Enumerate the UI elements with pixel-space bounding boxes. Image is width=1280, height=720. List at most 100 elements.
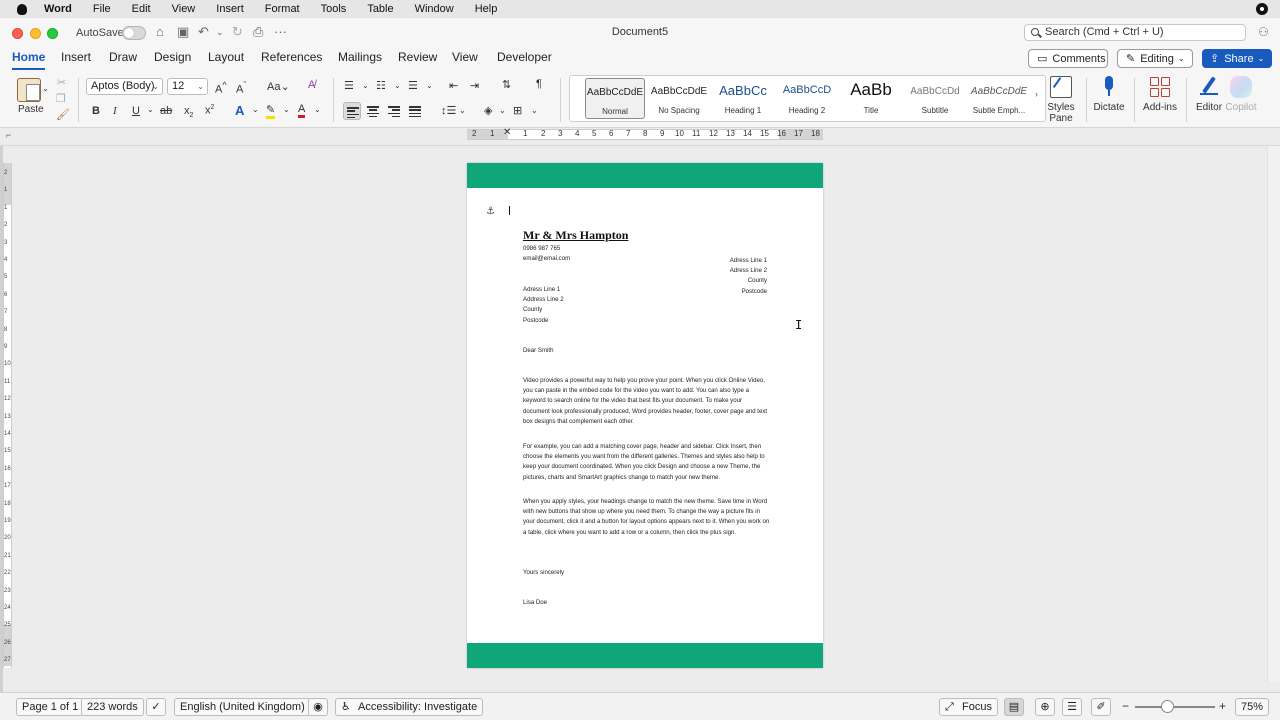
menu-view[interactable]: View <box>172 3 196 15</box>
increase-indent-icon[interactable]: ⇥ <box>470 79 479 92</box>
paste-icon[interactable] <box>17 78 41 102</box>
tab-home[interactable]: Home <box>12 50 46 70</box>
style-subtle-emphasis[interactable]: AaBbCcDdE Subtle Emph... <box>969 78 1029 119</box>
tab-stop-selector-icon[interactable]: ⌐ <box>6 130 11 140</box>
chevron-down-icon[interactable]: ⌄ <box>459 106 466 115</box>
decrease-indent-icon[interactable]: ⇤ <box>449 79 458 92</box>
paste-dropdown-icon[interactable]: ⌄ <box>42 84 49 93</box>
shrink-font-icon[interactable]: Aˇ <box>236 80 246 96</box>
style-normal[interactable]: AaBbCcDdE Normal <box>585 78 645 119</box>
vertical-scrollbar[interactable] <box>1267 146 1280 682</box>
autosave-toggle[interactable] <box>122 26 146 40</box>
superscript-icon[interactable]: x2 <box>205 104 214 117</box>
undo-icon[interactable]: ↶ <box>198 24 209 40</box>
macro-record-icon[interactable]: ◉ <box>308 698 328 716</box>
comments-button[interactable]: ▭ Comments <box>1028 49 1108 68</box>
highlight-icon[interactable]: ✎ <box>266 103 276 119</box>
horizontal-scrollbar[interactable] <box>14 682 1267 692</box>
zoom-in-icon[interactable]: + <box>1219 699 1226 713</box>
chevron-down-icon[interactable]: ⌄ <box>531 106 538 115</box>
multilevel-list-icon[interactable]: ☰ <box>408 79 418 92</box>
focus-button[interactable]: ⤢ Focus <box>939 698 998 716</box>
proofing-icon[interactable]: ✓ <box>146 698 166 716</box>
outline-view-icon[interactable]: ☰ <box>1062 698 1082 716</box>
font-color-icon[interactable]: A <box>298 103 306 118</box>
screen-record-icon[interactable] <box>1256 3 1268 15</box>
word-count-button[interactable]: 223 words <box>81 698 144 716</box>
menu-edit[interactable]: Edit <box>132 3 151 15</box>
page-count-button[interactable]: Page 1 of 1 <box>16 698 85 716</box>
apple-logo-icon[interactable] <box>16 3 28 15</box>
chevron-down-icon[interactable]: ⌄ <box>362 81 369 90</box>
tab-insert[interactable]: Insert <box>61 50 91 64</box>
more-commands-icon[interactable]: ··· <box>274 24 287 39</box>
format-painter-icon[interactable]: 🖌 <box>56 108 70 121</box>
menu-window[interactable]: Window <box>415 3 454 15</box>
subscript-icon[interactable]: x2 <box>184 105 193 119</box>
zoom-window-button[interactable] <box>47 28 58 39</box>
dictate-button[interactable]: Dictate <box>1087 76 1131 113</box>
search-input[interactable]: Search (Cmd + Ctrl + U) <box>1024 24 1246 41</box>
zoom-slider[interactable] <box>1135 706 1215 708</box>
chevron-down-icon[interactable]: ⌄ <box>314 105 321 114</box>
share-button[interactable]: ⇪ Share ⌄ <box>1202 49 1272 68</box>
borders-icon[interactable]: ⊞ <box>513 104 522 117</box>
menu-help[interactable]: Help <box>475 3 498 15</box>
chevron-down-icon[interactable]: ⌄ <box>426 81 433 90</box>
bold-icon[interactable]: B <box>92 105 100 117</box>
share-person-icon[interactable]: ⚇ <box>1258 25 1269 39</box>
style-heading-1[interactable]: AaBbCc Heading 1 <box>713 78 773 119</box>
draft-view-icon[interactable]: ✐ <box>1091 698 1111 716</box>
menu-insert[interactable]: Insert <box>216 3 244 15</box>
style-no-spacing[interactable]: AaBbCcDdE No Spacing <box>649 78 709 119</box>
close-window-button[interactable] <box>12 28 23 39</box>
tab-references[interactable]: References <box>261 50 322 64</box>
menu-tools[interactable]: Tools <box>321 3 347 15</box>
clear-formatting-icon[interactable]: A̸ <box>308 79 315 91</box>
web-layout-view-icon[interactable]: ⊕ <box>1035 698 1055 716</box>
font-size-dropdown[interactable]: 12 ⌄ <box>167 78 208 95</box>
style-subtitle[interactable]: AaBbCcDd Subtitle <box>905 78 965 119</box>
undo-dropdown-icon[interactable]: ⌄ <box>216 27 224 38</box>
align-center-button[interactable] <box>364 102 382 120</box>
chevron-down-icon[interactable]: ⌄ <box>499 106 506 115</box>
text-effects-icon[interactable]: A <box>235 103 244 118</box>
minimize-window-button[interactable] <box>30 28 41 39</box>
underline-icon[interactable]: U <box>132 105 140 117</box>
copy-icon[interactable]: ❐ <box>56 92 66 105</box>
align-left-button[interactable] <box>343 102 361 120</box>
tab-review[interactable]: Review <box>398 50 437 64</box>
zoom-out-icon[interactable]: − <box>1122 699 1129 713</box>
justify-button[interactable] <box>406 102 424 120</box>
zoom-percentage-button[interactable]: 75% <box>1235 698 1270 716</box>
shading-icon[interactable]: ◈ <box>484 104 492 117</box>
chevron-down-icon[interactable]: ⌄ <box>394 81 401 90</box>
cut-icon[interactable]: ✂ <box>57 76 66 89</box>
zoom-slider-knob[interactable] <box>1161 700 1174 713</box>
style-title[interactable]: AaBb Title <box>841 78 901 119</box>
gallery-more-icon[interactable]: › <box>1035 89 1038 99</box>
change-case-icon[interactable]: Aa⌄ <box>267 80 290 93</box>
menu-file[interactable]: File <box>93 3 111 15</box>
tab-view[interactable]: View <box>452 50 478 64</box>
language-button[interactable]: English (United Kingdom) <box>174 698 311 716</box>
tab-design[interactable]: Design <box>154 50 191 64</box>
tab-developer[interactable]: Developer <box>497 50 552 64</box>
tab-layout[interactable]: Layout <box>208 50 244 64</box>
print-icon[interactable]: ⎙ <box>253 24 263 40</box>
menu-format[interactable]: Format <box>265 3 300 15</box>
italic-icon[interactable]: I <box>113 105 117 117</box>
font-name-dropdown[interactable]: Aptos (Body) ⌄ <box>86 78 163 95</box>
save-icon[interactable]: ▣ <box>177 24 189 40</box>
editing-mode-button[interactable]: ✎ Editing ⌄ <box>1117 49 1193 68</box>
menu-app-word[interactable]: Word <box>44 3 72 15</box>
add-ins-button[interactable]: Add-ins <box>1138 76 1182 113</box>
style-heading-2[interactable]: AaBbCcD Heading 2 <box>777 78 837 119</box>
accessibility-button[interactable]: ♿ Accessibility: Investigate <box>335 698 484 716</box>
anchor-icon[interactable]: ⚓ <box>486 206 495 217</box>
styles-pane-button[interactable]: Styles Pane <box>1039 76 1083 124</box>
numbering-icon[interactable]: ☷ <box>376 79 386 92</box>
home-icon[interactable]: ⌂ <box>156 24 164 39</box>
sort-icon[interactable]: ⇅ <box>502 78 511 91</box>
tab-mailings[interactable]: Mailings <box>338 50 382 64</box>
